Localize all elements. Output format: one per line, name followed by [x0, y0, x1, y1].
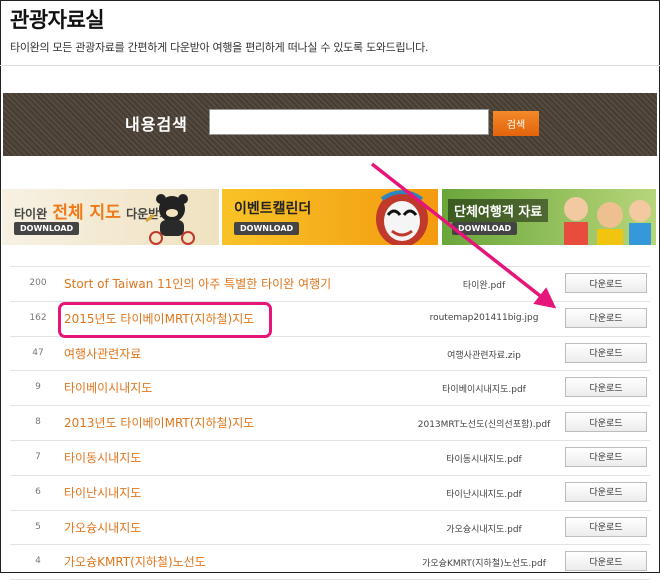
search-button[interactable]: 검색 — [493, 111, 539, 136]
file-name: 가오슝KMRT(지하철)노선도.pdf — [422, 559, 546, 570]
download-count: 7 — [35, 451, 41, 462]
search-label: 내용검색 — [125, 115, 188, 134]
list-item: 200 Stort of Taiwan 11인의 아주 특별한 타이완 여행기 … — [10, 266, 650, 301]
file-title-link[interactable]: Stort of Taiwan 11인의 아주 특별한 타이완 여행기 — [64, 275, 331, 292]
file-name: 타이완.pdf — [462, 281, 506, 291]
download-button[interactable]: 다운로드 — [565, 551, 647, 572]
file-name: 여행사관련자료.zip — [447, 350, 521, 361]
download-count: 47 — [32, 347, 44, 358]
file-title-link[interactable]: 가오슝KMRT(지하철)노선도 — [64, 553, 206, 570]
search-input[interactable] — [209, 109, 489, 135]
list-item: 4 가오슝KMRT(지하철)노선도 가오슝KMRT(지하철)노선도.pdf 다운… — [10, 544, 650, 580]
download-count: 4 — [35, 556, 41, 567]
file-title-link[interactable]: 타이난시내지도 — [64, 484, 141, 501]
header-divider — [0, 65, 660, 66]
file-title-link[interactable]: 2013년도 타이베이MRT(지하철)지도 — [64, 414, 254, 431]
download-button[interactable]: 다운로드 — [565, 446, 647, 467]
download-button[interactable]: 다운로드 — [565, 342, 647, 363]
file-name: 타이난시내지도.pdf — [446, 489, 522, 500]
file-name: routemap201411big.jpg — [429, 312, 539, 323]
download-count: 200 — [29, 278, 47, 288]
download-button[interactable]: 다운로드 — [565, 481, 647, 502]
download-count: 162 — [29, 312, 47, 323]
file-name: 2013MRT노선도(신의선포함).pdf — [417, 420, 551, 431]
file-title-link[interactable]: 타이동시내지도 — [64, 449, 141, 466]
download-count: 8 — [35, 417, 41, 428]
children-photo-illustration — [564, 197, 651, 245]
list-item: 6 타이난시내지도 타이난시내지도.pdf 다운로드 — [10, 474, 650, 510]
download-button[interactable]: 다운로드 — [565, 377, 647, 398]
download-button[interactable]: 다운로드 — [565, 516, 647, 537]
file-name: 가오슝시내지도.pdf — [446, 524, 522, 535]
download-button[interactable]: 다운로드 — [565, 412, 647, 433]
banner-full-map-highlight: 전체 지도 — [52, 203, 121, 223]
list-item: 9 타이베이시내지도 타이베이시내지도.pdf 다운로드 — [10, 370, 650, 405]
file-title-link[interactable]: 가오슝시내지도 — [64, 519, 141, 536]
file-name: 타이동시내지도.pdf — [446, 454, 522, 465]
banner-event-calendar-title: 이벤트캘린더 — [234, 201, 312, 217]
banner-event-calendar[interactable]: 이벤트캘린더 DOWNLOAD — [222, 189, 438, 245]
list-item: 47 여행사관련자료 여행사관련자료.zip 다운로드 — [10, 335, 650, 371]
list-item: 5 가오슝시내지도 가오슝시내지도.pdf 다운로드 — [10, 509, 650, 545]
file-list: 200 Stort of Taiwan 11인의 아주 특별한 타이완 여행기 … — [10, 266, 650, 580]
file-title-link[interactable]: 여행사관련자료 — [64, 345, 141, 362]
file-title-link[interactable]: 타이베이시내지도 — [64, 379, 152, 396]
page-subtitle: 타이완의 모든 관광자료를 간편하게 다운받아 여행을 편리하게 떠나실 수 있… — [10, 41, 429, 54]
bear-mascot-illustration — [145, 194, 195, 245]
list-item: 7 타이동시내지도 타이동시내지도.pdf 다운로드 — [10, 439, 650, 475]
list-item: 162 2015년도 타이베이MRT(지하철)지도 routemap201411… — [10, 300, 650, 336]
file-title-link[interactable]: 2015년도 타이베이MRT(지하철)지도 — [64, 310, 254, 327]
download-badge: DOWNLOAD — [452, 222, 518, 235]
download-badge: DOWNLOAD — [14, 222, 80, 235]
file-name: 타이베이시내지도.pdf — [442, 385, 526, 396]
download-count: 5 — [35, 521, 41, 532]
search-bar: 내용검색 검색 — [3, 93, 657, 156]
download-count: 9 — [35, 382, 41, 393]
download-badge: DOWNLOAD — [234, 222, 300, 235]
download-button[interactable]: 다운로드 — [565, 273, 647, 293]
banner-full-map[interactable]: 타이완 전체 지도 다운받기 DOWNLOAD — [2, 189, 219, 245]
page-title: 관광자료실 — [10, 8, 105, 32]
banner-group-travel[interactable]: 단체여행객 자료 DOWNLOAD — [442, 189, 656, 245]
opera-mask-illustration — [376, 190, 428, 245]
banner-full-map-prefix: 타이완 — [14, 207, 48, 221]
download-button[interactable]: 다운로드 — [565, 307, 647, 328]
banner-group-travel-title: 단체여행객 자료 — [448, 199, 549, 222]
list-item: 8 2013년도 타이베이MRT(지하철)지도 2013MRT노선도(신의선포함… — [10, 405, 650, 440]
download-count: 6 — [35, 486, 41, 497]
